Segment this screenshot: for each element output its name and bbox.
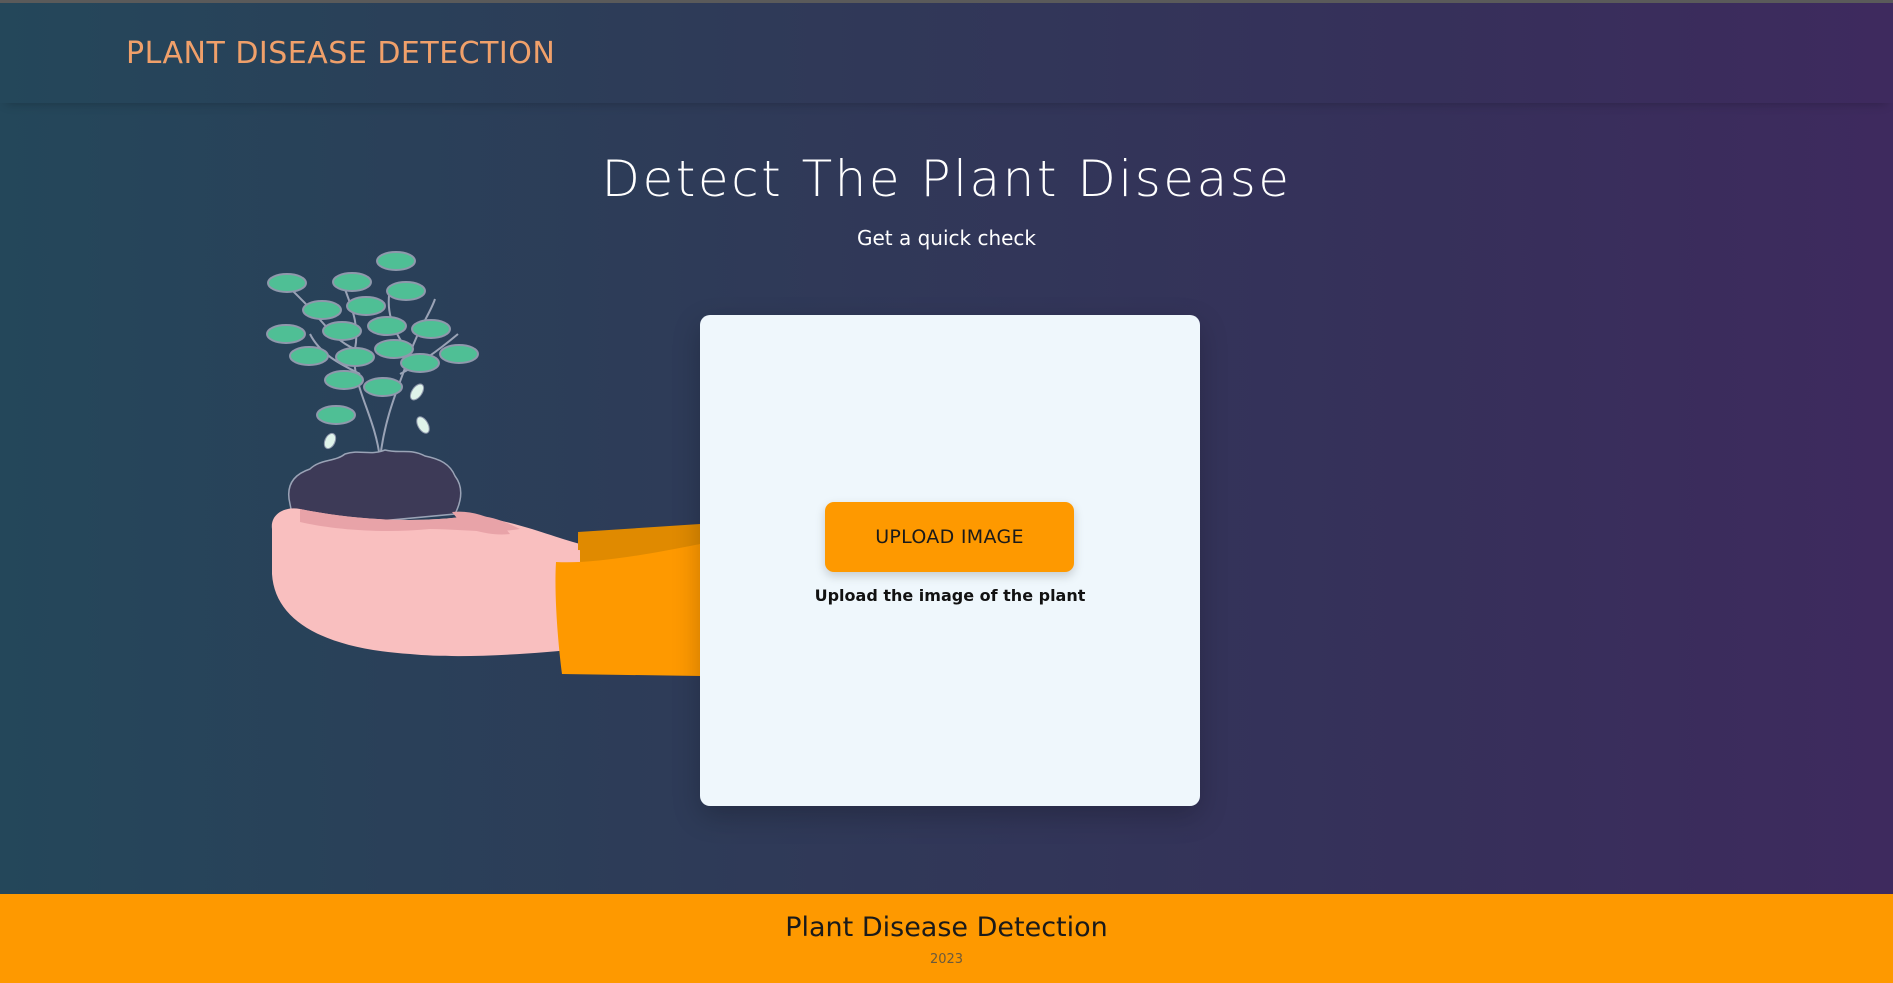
- page-title: Detect The Plant Disease: [601, 150, 1292, 208]
- upload-card: UPLOAD IMAGE Upload the image of the pla…: [700, 315, 1200, 806]
- upload-image-button[interactable]: UPLOAD IMAGE: [825, 502, 1074, 572]
- footer-year: 2023: [929, 952, 964, 967]
- upload-hint: Upload the image of the plant: [814, 586, 1086, 605]
- hand-holding-plant-icon: [260, 244, 710, 694]
- footer-title: Plant Disease Detection: [785, 912, 1108, 943]
- brand-title[interactable]: PLANT DISEASE DETECTION: [126, 36, 555, 71]
- footer: Plant Disease Detection 2023: [0, 894, 1893, 983]
- navbar: PLANT DISEASE DETECTION: [0, 3, 1893, 103]
